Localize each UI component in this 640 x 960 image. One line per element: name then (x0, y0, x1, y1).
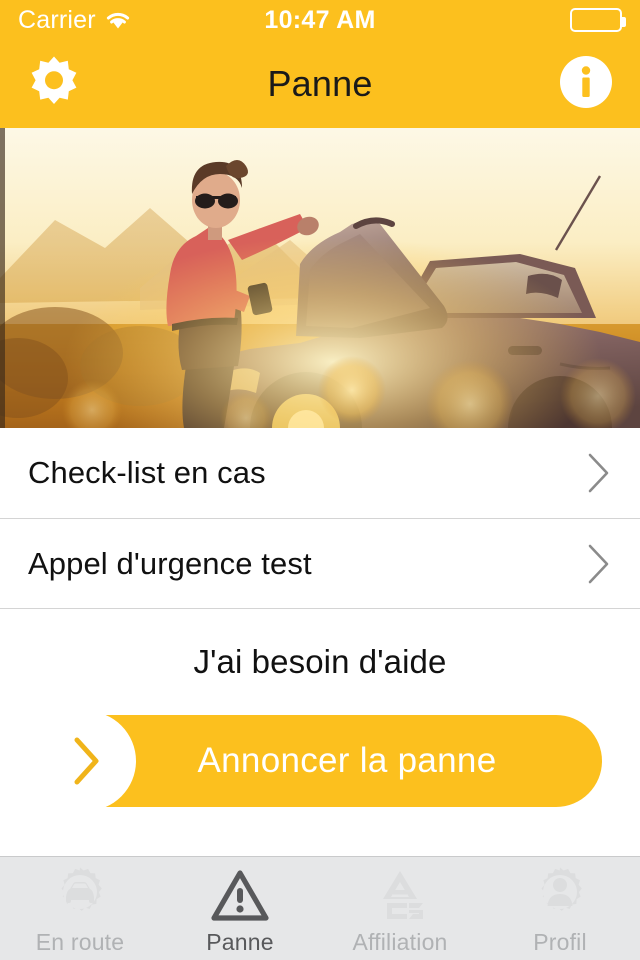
navigation-bar: Panne (0, 40, 640, 128)
list-item-label: Appel d'urgence test (28, 545, 312, 581)
status-bar-right (570, 8, 626, 32)
list-item-label: Check-list en cas (28, 455, 266, 490)
info-circle-icon (559, 55, 613, 114)
help-section: J'ai besoin d'aide Annoncer la panne (0, 609, 640, 811)
tab-bar: En route Panne Affiliation Profil (0, 856, 640, 960)
chevron-right-icon (36, 711, 136, 811)
battery-full-icon (570, 8, 626, 32)
gear-icon (26, 54, 82, 115)
help-heading: J'ai besoin d'aide (193, 643, 447, 680)
tab-panne[interactable]: Panne (160, 857, 320, 960)
hero-image (0, 128, 640, 428)
car-gear-icon (50, 865, 110, 927)
app-screen: Carrier 10:47 AM Panne Check-list en cas… (0, 0, 640, 960)
acs-logo-icon (369, 865, 431, 927)
report-breakdown-label: Annoncer la panne (197, 741, 497, 780)
menu-list: Check-list en cas Appel d'urgence test (0, 428, 640, 609)
chevron-right-icon (586, 542, 612, 586)
tab-label: Panne (206, 929, 274, 955)
page-title: Panne (267, 63, 373, 104)
status-bar: Carrier 10:47 AM (0, 0, 640, 40)
hero-illustration (0, 128, 640, 428)
info-button[interactable] (540, 40, 632, 128)
list-item[interactable]: Appel d'urgence test (0, 518, 640, 608)
person-gear-icon (530, 865, 590, 927)
tab-label: En route (35, 929, 125, 955)
tab-profil[interactable]: Profil (480, 857, 640, 960)
report-breakdown-button[interactable]: Annoncer la panne (36, 711, 602, 811)
warning-triangle-icon (210, 865, 270, 927)
tab-label: Affiliation (352, 929, 448, 955)
tab-en-route[interactable]: En route (0, 857, 160, 960)
list-item[interactable]: Check-list en cas (0, 428, 640, 518)
tab-affiliation[interactable]: Affiliation (320, 857, 480, 960)
chevron-right-icon (586, 451, 612, 495)
status-bar-clock: 10:47 AM (264, 5, 376, 34)
tab-label: Profil (533, 929, 587, 955)
settings-button[interactable] (8, 40, 100, 128)
